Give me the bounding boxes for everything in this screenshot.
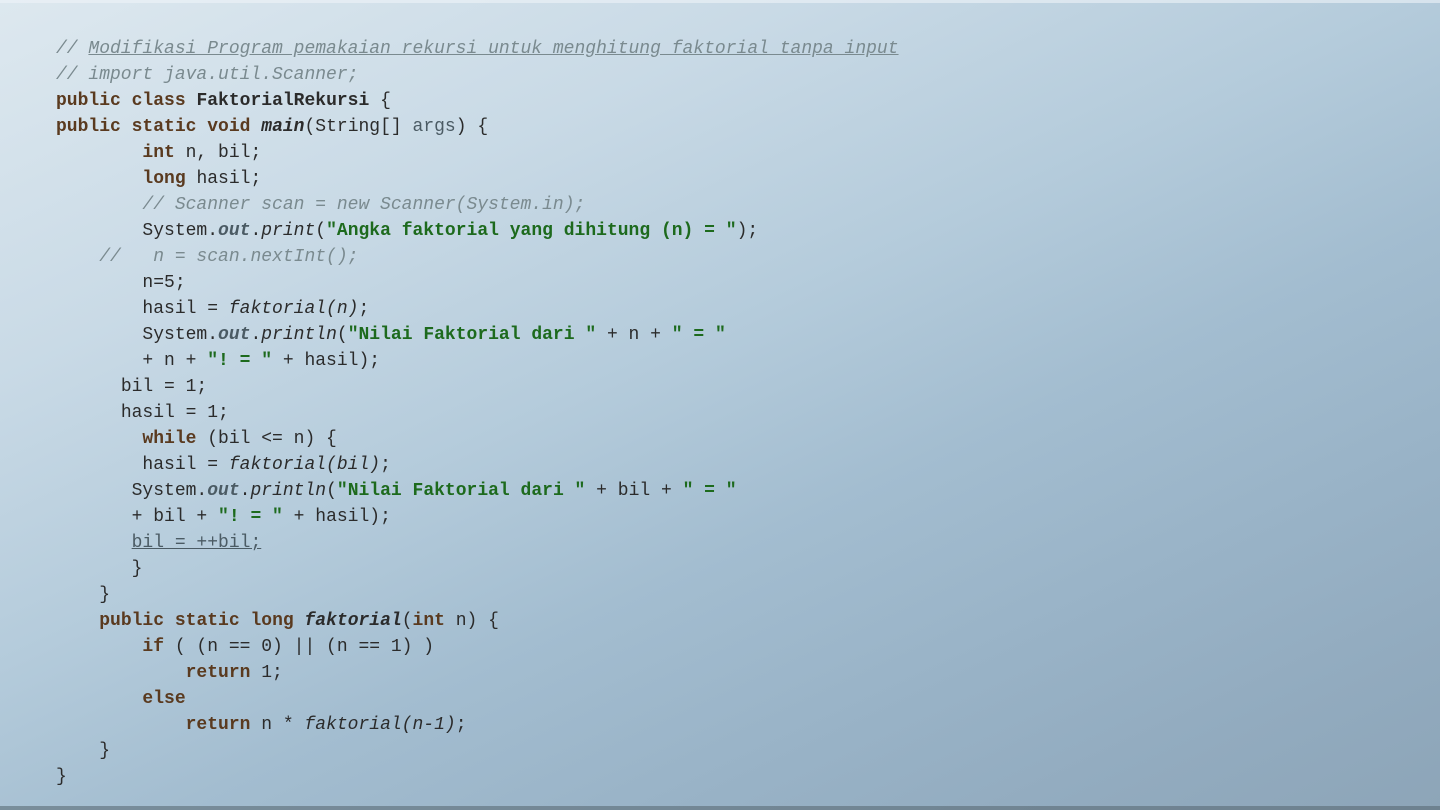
code-line: bil = 1; [56, 374, 1440, 400]
code-line: public static long faktorial(int n) { [56, 608, 1440, 634]
code-line: while (bil <= n) { [56, 426, 1440, 452]
code-line: // Scanner scan = new Scanner(System.in)… [56, 192, 1440, 218]
code-line: int n, bil; [56, 140, 1440, 166]
code-line: hasil = 1; [56, 400, 1440, 426]
code-line: if ( (n == 0) || (n == 1) ) [56, 634, 1440, 660]
code-line: n=5; [56, 270, 1440, 296]
code-line: System.out.println("Nilai Faktorial dari… [56, 478, 1440, 504]
code-line: // n = scan.nextInt(); [56, 244, 1440, 270]
code-line: else [56, 686, 1440, 712]
code-line: return 1; [56, 660, 1440, 686]
code-line: System.out.print("Angka faktorial yang d… [56, 218, 1440, 244]
code-line: // Modifikasi Program pemakaian rekursi … [56, 36, 1440, 62]
code-line: hasil = faktorial(n); [56, 296, 1440, 322]
code-line: } [56, 764, 1440, 790]
code-line: // import java.util.Scanner; [56, 62, 1440, 88]
code-slide: // Modifikasi Program pemakaian rekursi … [0, 0, 1440, 810]
code-line: } [56, 582, 1440, 608]
code-line: public class FaktorialRekursi { [56, 88, 1440, 114]
code-line: + n + "! = " + hasil); [56, 348, 1440, 374]
code-line: return n * faktorial(n-1); [56, 712, 1440, 738]
code-line: hasil = faktorial(bil); [56, 452, 1440, 478]
code-line: } [56, 738, 1440, 764]
code-line: System.out.println("Nilai Faktorial dari… [56, 322, 1440, 348]
code-line: public static void main(String[] args) { [56, 114, 1440, 140]
code-line: + bil + "! = " + hasil); [56, 504, 1440, 530]
code-line: bil = ++bil; [56, 530, 1440, 556]
code-line: } [56, 556, 1440, 582]
code-line: long hasil; [56, 166, 1440, 192]
